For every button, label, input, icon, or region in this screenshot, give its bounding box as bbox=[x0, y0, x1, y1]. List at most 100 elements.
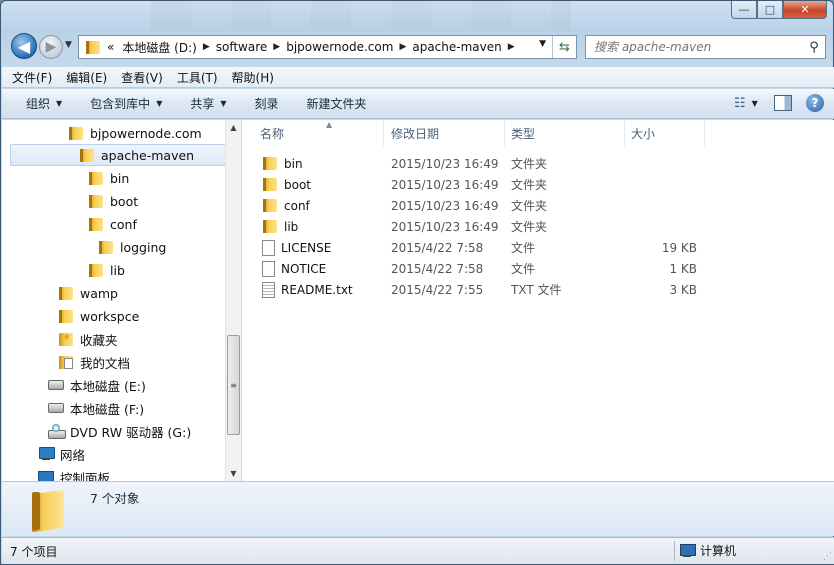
file-row-readme[interactable]: README.txt 2015/4/22 7:55 TXT 文件 3 KB bbox=[242, 279, 834, 300]
menu-file[interactable]: 文件(F) bbox=[12, 69, 52, 86]
status-bar: 7 个项目 计算机 ⋰ bbox=[2, 537, 834, 564]
scrollbar-thumb[interactable]: ≡ bbox=[227, 335, 240, 435]
control-panel-icon bbox=[38, 471, 54, 481]
breadcrumb-chevron-icon[interactable]: ▶ bbox=[508, 42, 515, 52]
breadcrumb-item[interactable]: bjpowernode.com bbox=[286, 40, 393, 54]
tree-item-lib[interactable]: lib bbox=[88, 259, 125, 281]
details-summary: 7 个对象 bbox=[90, 491, 140, 506]
status-item-count: 7 个项目 bbox=[10, 545, 58, 559]
folder-icon bbox=[68, 126, 84, 141]
tree-item-logging[interactable]: logging bbox=[98, 236, 166, 258]
file-type: 文件夹 bbox=[511, 199, 548, 213]
tree-item-label: bin bbox=[110, 170, 130, 186]
breadcrumb-overflow[interactable]: « bbox=[107, 40, 114, 54]
close-button[interactable]: ✕ bbox=[783, 1, 827, 19]
tree-item-boot[interactable]: boot bbox=[88, 190, 138, 212]
column-header-label: 名称 bbox=[260, 126, 285, 141]
share-button[interactable]: 共享 ▼ bbox=[190, 95, 226, 112]
tree-item-label: 我的文档 bbox=[80, 355, 131, 371]
search-input[interactable] bbox=[594, 40, 803, 54]
file-name: lib bbox=[284, 219, 299, 234]
tree-item-conf[interactable]: conf bbox=[88, 213, 137, 235]
address-dropdown-icon[interactable]: ▼ bbox=[539, 39, 546, 49]
tree-item-dvd-drive[interactable]: DVD RW 驱动器 (G:) bbox=[48, 420, 191, 442]
breadcrumb-item[interactable]: apache-maven bbox=[412, 40, 501, 54]
file-name: bin bbox=[284, 156, 303, 171]
search-icon[interactable]: ⚲ bbox=[803, 40, 825, 55]
include-in-library-button[interactable]: 包含到库中 ▼ bbox=[90, 95, 162, 112]
address-bar[interactable]: « 本地磁盘 (D:) ▶ software ▶ bjpowernode.com… bbox=[78, 35, 577, 59]
preview-pane-icon[interactable] bbox=[774, 95, 792, 111]
view-details-icon[interactable]: ☷ ▼ bbox=[734, 94, 760, 112]
menu-tools[interactable]: 工具(T) bbox=[177, 69, 218, 86]
breadcrumb-item[interactable]: software bbox=[216, 40, 268, 54]
menu-view[interactable]: 查看(V) bbox=[121, 69, 163, 86]
tree-item-workspce[interactable]: workspce bbox=[58, 305, 139, 327]
new-folder-button[interactable]: 新建文件夹 bbox=[307, 95, 367, 112]
tree-item-network[interactable]: 网络 bbox=[38, 443, 85, 465]
column-header-date[interactable]: 修改日期 bbox=[385, 120, 505, 146]
file-type: 文件 bbox=[511, 241, 536, 255]
background-ghost bbox=[151, 1, 571, 31]
folder-icon bbox=[58, 286, 74, 301]
tree-item-wamp[interactable]: wamp bbox=[58, 282, 118, 304]
file-icon bbox=[262, 260, 275, 277]
details-pane: 7 个对象 bbox=[2, 481, 834, 536]
help-icon[interactable]: ? bbox=[806, 94, 824, 112]
folder-icon bbox=[262, 198, 278, 213]
scroll-down-icon[interactable]: ▼ bbox=[226, 466, 241, 481]
tree-item-label: 网络 bbox=[60, 447, 86, 463]
menu-edit[interactable]: 编辑(E) bbox=[66, 69, 107, 86]
file-name: conf bbox=[284, 198, 310, 213]
file-row-notice[interactable]: NOTICE 2015/4/22 7:58 文件 1 KB bbox=[242, 258, 834, 279]
file-row-conf[interactable]: conf 2015/10/23 16:49 文件夹 bbox=[242, 195, 834, 216]
tree-item-bin[interactable]: bin bbox=[88, 167, 129, 189]
file-row-license[interactable]: LICENSE 2015/4/22 7:58 文件 19 KB bbox=[242, 237, 834, 258]
scroll-up-icon[interactable]: ▲ bbox=[226, 120, 241, 135]
chevron-down-icon: ▼ bbox=[56, 99, 63, 108]
tree-item-drive-f[interactable]: 本地磁盘 (F:) bbox=[48, 397, 144, 419]
file-row-boot[interactable]: boot 2015/10/23 16:49 文件夹 bbox=[242, 174, 834, 195]
tree-item-bjpowernode[interactable]: bjpowernode.com bbox=[68, 122, 202, 144]
organize-button[interactable]: 组织 ▼ bbox=[26, 95, 62, 112]
tree-item-favorites[interactable]: 收藏夹 bbox=[58, 328, 118, 350]
file-date: 2015/10/23 16:49 bbox=[391, 177, 499, 192]
tree-item-control-panel[interactable]: 控制面板 bbox=[38, 466, 110, 481]
column-header-label: 类型 bbox=[511, 126, 536, 141]
breadcrumb-chevron-icon[interactable]: ▶ bbox=[203, 42, 210, 52]
file-type: 文件夹 bbox=[511, 178, 548, 192]
large-folder-icon bbox=[30, 488, 68, 532]
title-buttons: — □ ✕ bbox=[731, 1, 827, 21]
menu-help[interactable]: 帮助(H) bbox=[232, 69, 274, 86]
tree-item-my-documents[interactable]: 我的文档 bbox=[58, 351, 130, 373]
forward-button[interactable]: ▶ bbox=[39, 35, 63, 59]
burn-button[interactable]: 刻录 bbox=[255, 95, 279, 112]
breadcrumb-item[interactable]: 本地磁盘 (D:) bbox=[122, 39, 196, 56]
breadcrumb-chevron-icon[interactable]: ▶ bbox=[399, 42, 406, 52]
back-button[interactable]: ◀ bbox=[11, 33, 37, 59]
column-header-size[interactable]: 大小 bbox=[625, 120, 705, 146]
file-name-cell: NOTICE bbox=[262, 258, 326, 279]
column-header-type[interactable]: 类型 bbox=[505, 120, 625, 146]
file-list: ▲ 名称 修改日期 类型 大小 bin 2015/10/23 16:49 文件夹… bbox=[242, 120, 834, 481]
explorer-window: — □ ✕ ◀ ▶ ▼ « 本地磁盘 (D:) ▶ software ▶ bjp… bbox=[0, 0, 834, 565]
file-type: 文件夹 bbox=[511, 220, 548, 234]
maximize-button[interactable]: □ bbox=[757, 1, 783, 19]
breadcrumb-chevron-icon[interactable]: ▶ bbox=[273, 42, 280, 52]
file-row-lib[interactable]: lib 2015/10/23 16:49 文件夹 bbox=[242, 216, 834, 237]
status-location: 计算机 bbox=[680, 542, 736, 559]
tree-item-label: wamp bbox=[80, 285, 118, 301]
minimize-button[interactable]: — bbox=[731, 1, 757, 19]
view-controls: ☷ ▼ ? bbox=[734, 94, 824, 112]
tree-item-label: boot bbox=[110, 193, 139, 209]
column-header-name[interactable]: ▲ 名称 bbox=[254, 120, 384, 146]
refresh-icon[interactable]: ⇆ bbox=[552, 36, 576, 58]
tree-item-drive-e[interactable]: 本地磁盘 (E:) bbox=[48, 374, 146, 396]
recent-pages-dropdown[interactable]: ▼ bbox=[65, 40, 72, 50]
file-row-bin[interactable]: bin 2015/10/23 16:49 文件夹 bbox=[242, 153, 834, 174]
folder-icon bbox=[88, 217, 104, 232]
resize-grip-icon[interactable]: ⋰ bbox=[823, 552, 832, 562]
navigation-scrollbar[interactable]: ▲ ≡ ▼ bbox=[225, 120, 241, 481]
tree-item-apache-maven[interactable]: apache-maven bbox=[10, 144, 226, 166]
chevron-down-icon: ▼ bbox=[220, 99, 227, 108]
